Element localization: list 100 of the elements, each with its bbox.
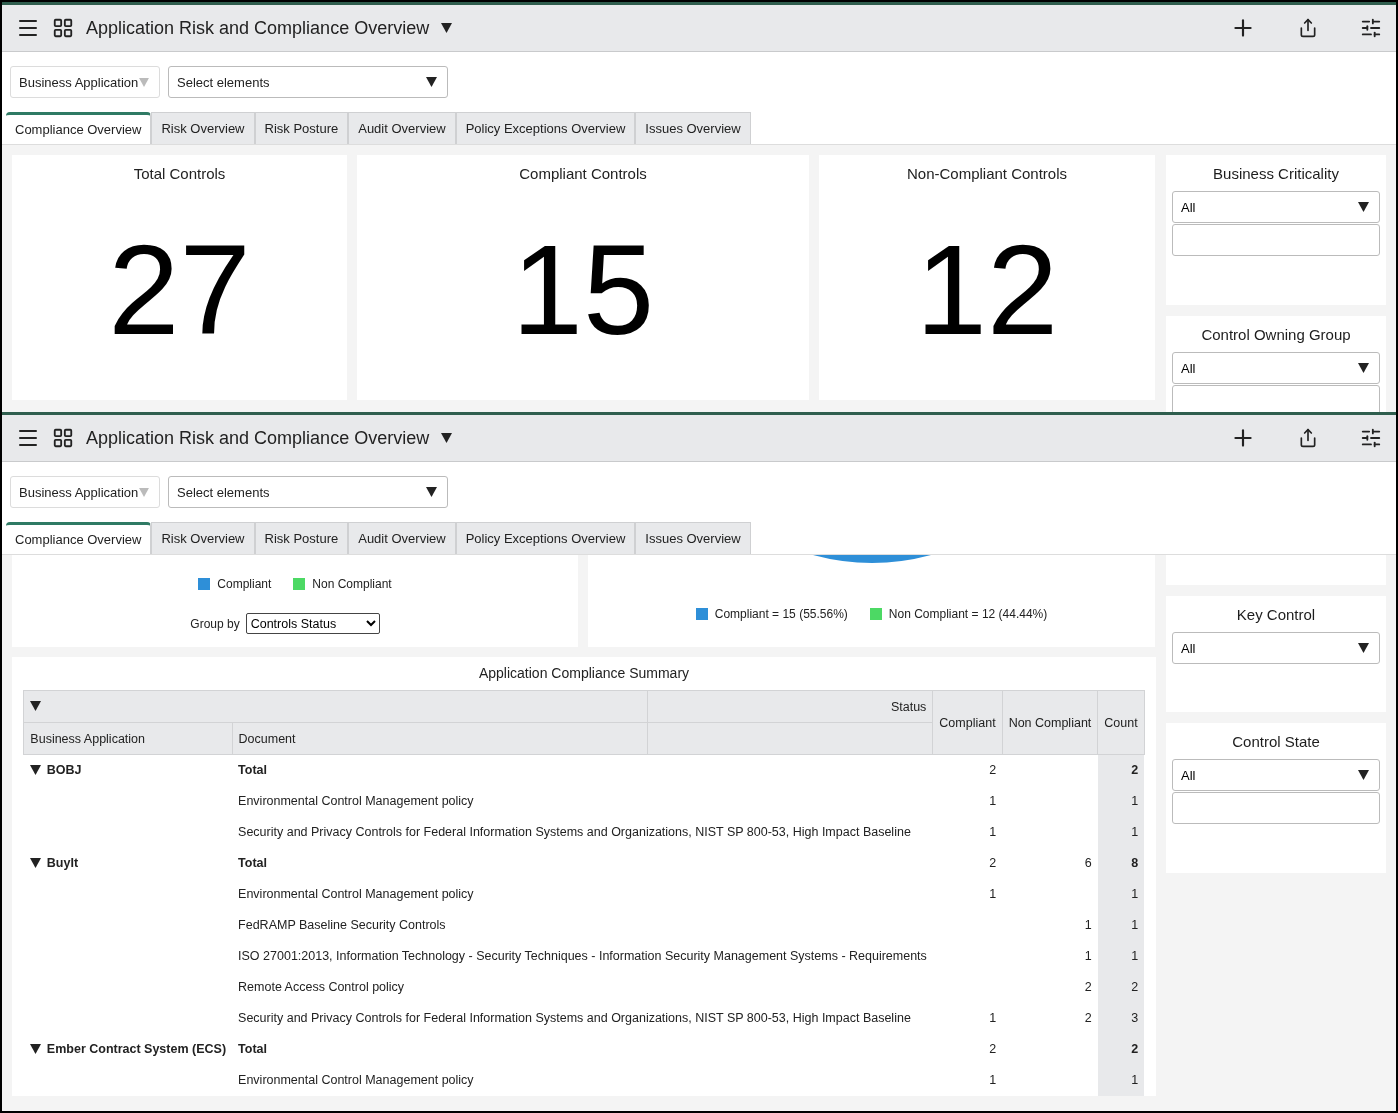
dashboard-tab[interactable]: Compliance Overview — [6, 522, 152, 554]
compliant-cell-text: 2 — [988, 855, 998, 872]
kpi-value: 27 — [108, 226, 251, 354]
count-cell: 1 — [1097, 816, 1145, 848]
column-header: Non Compliant — [1002, 690, 1098, 755]
non-compliant-cell: 1 — [1002, 909, 1098, 941]
share-icon[interactable] — [1298, 428, 1318, 448]
caret-icon — [1358, 643, 1369, 653]
document-cell-text: FedRAMP Baseline Security Controls — [237, 917, 447, 934]
caret-icon — [441, 23, 453, 33]
expand-icon[interactable] — [29, 858, 41, 868]
dashboard-tab[interactable]: Policy Exceptions Overview — [455, 522, 636, 554]
summary-title: Application Compliance Summary — [478, 665, 690, 681]
dashboard-tab[interactable]: Risk Overview — [151, 112, 255, 144]
compliant-cell-text: 1 — [988, 1072, 998, 1089]
kpi-value: 12 — [915, 226, 1059, 354]
dashboard-tab[interactable]: Compliance Overview — [6, 112, 152, 144]
compliant-cell-text: 1 — [988, 824, 998, 841]
expand-icon[interactable] — [29, 765, 41, 776]
count-cell: 8 — [1097, 847, 1145, 879]
grid-icon[interactable] — [52, 17, 74, 39]
legend-label: Non Compliant — [312, 577, 392, 591]
document-cell-text: Environmental Control Management policy — [237, 1072, 475, 1089]
kpi-title: Total Controls — [133, 165, 226, 182]
count-cell: 1 — [1097, 1064, 1145, 1096]
document-cell: Total — [232, 754, 933, 786]
group-by-select[interactable]: Controls Status — [245, 613, 380, 634]
kpi-title: Non-Compliant Controls — [906, 165, 1068, 182]
compliant-cell-text: 1 — [988, 1010, 998, 1027]
dashboard-tab[interactable]: Risk Posture — [254, 112, 349, 144]
document-cell-text: Total — [237, 855, 268, 872]
document-cell-text: Security and Privacy Controls for Federal Information Systems and Organizations, NIST SP 800-53, High Impact Baseline — [237, 1010, 912, 1027]
filter-search-field[interactable] — [1172, 792, 1380, 824]
select-elements-dropdown[interactable]: Select elements — [168, 476, 448, 508]
document-cell-text: Total — [237, 1041, 268, 1058]
legend-label: Non Compliant = 12 (44.44%) — [888, 607, 1048, 621]
column-header: Count — [1097, 690, 1145, 755]
dashboard-tab[interactable]: Policy Exceptions Overview — [455, 112, 636, 144]
filter-dropdown[interactable]: All — [1172, 759, 1380, 791]
caret-icon — [1358, 363, 1369, 373]
dashboard-menu-button[interactable] — [441, 23, 453, 33]
document-cell-text: Environmental Control Management policy — [237, 793, 475, 810]
business-application-dropdown[interactable]: Business Application — [10, 66, 160, 98]
filter-title: Control State — [1231, 733, 1321, 750]
dashboard-tab[interactable]: Issues Overview — [635, 112, 751, 144]
legend-label: Compliant = 15 (55.56%) — [714, 607, 848, 621]
compliant-cell-text: 1 — [988, 886, 998, 903]
caret-icon — [1358, 770, 1369, 780]
column-header: Document — [232, 722, 648, 755]
kpi-value: 15 — [511, 226, 655, 354]
count-cell: 1 — [1097, 940, 1145, 972]
non-compliant-cell: 1 — [1002, 940, 1098, 972]
group-by-label: Group by — [190, 616, 240, 631]
legend-label: Compliant — [217, 577, 272, 591]
count-cell: 1 — [1097, 909, 1145, 941]
column-header: Compliant — [932, 690, 1003, 755]
caret-icon — [139, 487, 149, 497]
filter-title: Control Owning Group — [1200, 326, 1352, 343]
filter-search-field[interactable] — [1172, 385, 1380, 412]
document-cell-text: Remote Access Control policy — [237, 979, 406, 996]
compliant-cell-text: 2 — [988, 1041, 998, 1058]
status-header: Status — [647, 690, 933, 723]
grid-icon[interactable] — [52, 427, 74, 449]
collapse-icon[interactable] — [30, 700, 42, 711]
filter-search-field[interactable] — [1172, 224, 1380, 256]
select-elements-dropdown[interactable]: Select elements — [168, 66, 448, 98]
kpi-title: Compliant Controls — [519, 165, 647, 182]
caret-icon — [1358, 202, 1369, 212]
count-cell: 3 — [1097, 1002, 1145, 1034]
group-name[interactable]: BOBJ — [46, 763, 82, 778]
group-name[interactable]: BuyIt — [46, 856, 79, 870]
non-compliant-cell: 2 — [1002, 971, 1098, 1003]
count-cell: 2 — [1097, 754, 1145, 786]
filter-dropdown[interactable]: All — [1172, 632, 1380, 664]
settings-icon[interactable] — [1360, 17, 1382, 39]
dashboard-tab[interactable]: Audit Overview — [348, 112, 456, 144]
non-compliant-cell: 6 — [1002, 847, 1098, 879]
filter-title: Key Control — [1235, 606, 1317, 623]
share-icon[interactable] — [1298, 18, 1318, 38]
dashboard-tab[interactable]: Risk Overview — [151, 522, 255, 554]
document-cell-text: Environmental Control Management policy — [237, 886, 475, 903]
dashboard-menu-button[interactable] — [441, 433, 453, 443]
expand-icon[interactable] — [29, 1044, 41, 1054]
dashboard-tab[interactable]: Risk Posture — [254, 522, 349, 554]
settings-icon[interactable] — [1360, 427, 1382, 449]
dashboard-title: Application Risk and Compliance Overview — [86, 17, 430, 39]
business-application-dropdown[interactable]: Business Application — [10, 476, 160, 508]
caret-icon — [441, 433, 453, 443]
filter-dropdown[interactable]: All — [1172, 352, 1380, 384]
dashboard-tab[interactable]: Audit Overview — [348, 522, 456, 554]
caret-icon — [139, 77, 149, 87]
filter-dropdown[interactable]: All — [1172, 191, 1380, 223]
count-cell: 1 — [1097, 878, 1145, 910]
group-name[interactable]: Ember Contract System (ECS) — [46, 1042, 227, 1056]
count-cell: 1 — [1097, 785, 1145, 817]
dashboard-tab[interactable]: Issues Overview — [635, 522, 751, 554]
count-cell: 2 — [1097, 1033, 1145, 1065]
compliant-cell: 2 — [932, 754, 1003, 786]
non-compliant-cell: 2 — [1002, 1002, 1098, 1034]
caret-icon — [426, 77, 437, 87]
